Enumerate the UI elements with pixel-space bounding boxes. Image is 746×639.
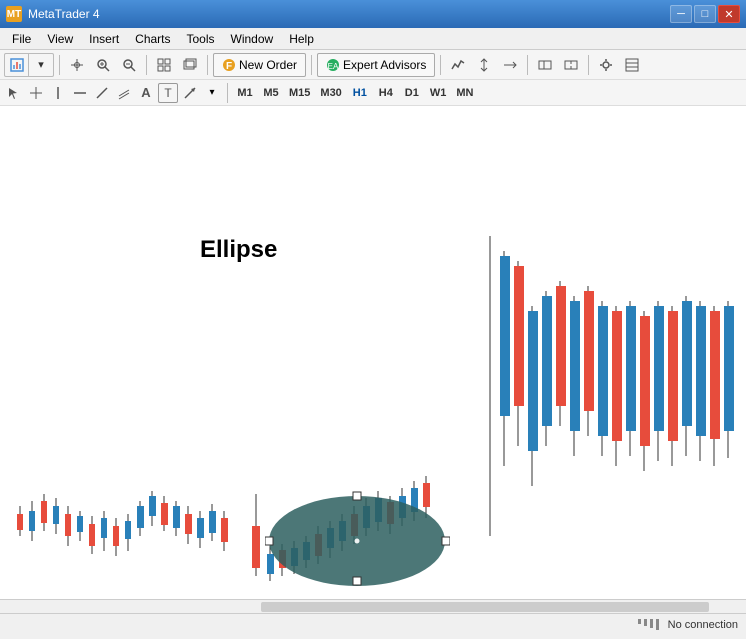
timeframe-h4[interactable]: H4 bbox=[374, 83, 398, 103]
timeframe-w1[interactable]: W1 bbox=[426, 83, 451, 103]
menu-view[interactable]: View bbox=[39, 30, 81, 48]
menu-bar: File View Insert Charts Tools Window Hel… bbox=[0, 28, 746, 50]
more-tools-button[interactable]: ▾ bbox=[202, 83, 222, 103]
connection-status: No connection bbox=[668, 619, 738, 631]
toolbar2: A T ▾ M1 M5 M15 M30 H1 H4 D1 W1 MN bbox=[0, 80, 746, 106]
cursor-tool[interactable] bbox=[4, 83, 24, 103]
toolbar1: ▾ F New Order EA Expert Advisors bbox=[0, 50, 746, 80]
status-bar: No connection bbox=[0, 613, 746, 635]
auto-scroll-button[interactable] bbox=[498, 53, 522, 77]
title-bar-left: MT MetaTrader 4 bbox=[6, 6, 100, 22]
title-bar-text: MetaTrader 4 bbox=[28, 7, 100, 21]
scrollbar-thumb[interactable] bbox=[261, 602, 709, 612]
status-right: No connection bbox=[638, 619, 738, 631]
sep3 bbox=[207, 55, 208, 75]
timeframe-m30[interactable]: M30 bbox=[316, 83, 345, 103]
minimize-button[interactable]: ─ bbox=[670, 5, 692, 23]
sep7 bbox=[588, 55, 589, 75]
sep1 bbox=[59, 55, 60, 75]
timeframe-m5[interactable]: M5 bbox=[259, 83, 283, 103]
timeframe-m1[interactable]: M1 bbox=[233, 83, 257, 103]
tf-sep1 bbox=[227, 83, 228, 103]
svg-text:F: F bbox=[226, 61, 232, 72]
menu-file[interactable]: File bbox=[4, 30, 39, 48]
signal-icon bbox=[638, 619, 660, 630]
zoom-chart-in-button[interactable] bbox=[533, 53, 557, 77]
zoom-chart-out-button[interactable] bbox=[559, 53, 583, 77]
chart-scroll-button[interactable] bbox=[472, 53, 496, 77]
menu-charts[interactable]: Charts bbox=[127, 30, 178, 48]
menu-insert[interactable]: Insert bbox=[81, 30, 127, 48]
new-order-label: New Order bbox=[239, 58, 297, 72]
new-order-button[interactable]: F New Order bbox=[213, 53, 306, 77]
trendline-tool[interactable] bbox=[92, 83, 112, 103]
menu-tools[interactable]: Tools bbox=[179, 30, 223, 48]
sep6 bbox=[527, 55, 528, 75]
text-tool[interactable]: A bbox=[136, 83, 156, 103]
ellipse-shape[interactable] bbox=[265, 486, 450, 586]
timeframe-d1[interactable]: D1 bbox=[400, 83, 424, 103]
close-button[interactable]: ✕ bbox=[718, 5, 740, 23]
text-label-tool[interactable]: T bbox=[158, 83, 178, 103]
expert-advisors-label: Expert Advisors bbox=[343, 58, 426, 72]
ellipse-label: Ellipse bbox=[200, 236, 277, 264]
menu-help[interactable]: Help bbox=[281, 30, 322, 48]
template-button[interactable] bbox=[620, 53, 644, 77]
app-icon: MT bbox=[6, 6, 22, 22]
arrow-tool[interactable] bbox=[180, 83, 200, 103]
menu-window[interactable]: Window bbox=[223, 30, 282, 48]
sep4 bbox=[311, 55, 312, 75]
toolbar1-group1: ▾ bbox=[4, 53, 54, 77]
properties-button[interactable] bbox=[594, 53, 618, 77]
timeframe-m15[interactable]: M15 bbox=[285, 83, 314, 103]
zoom-out-button[interactable] bbox=[117, 53, 141, 77]
indicators-button[interactable] bbox=[446, 53, 470, 77]
timeframe-h1[interactable]: H1 bbox=[348, 83, 372, 103]
expert-advisors-button[interactable]: EA Expert Advisors bbox=[317, 53, 435, 77]
arrow-down-button[interactable]: ▾ bbox=[29, 53, 53, 77]
chart-area: Ellipse bbox=[0, 106, 746, 599]
cascade-button[interactable] bbox=[178, 53, 202, 77]
channel-tool[interactable] bbox=[114, 83, 134, 103]
sep2 bbox=[146, 55, 147, 75]
horizontal-scrollbar[interactable] bbox=[0, 599, 746, 613]
timeframe-mn[interactable]: MN bbox=[452, 83, 477, 103]
crosshair-button[interactable] bbox=[65, 53, 89, 77]
tile-button[interactable] bbox=[152, 53, 176, 77]
title-bar-controls: ─ □ ✕ bbox=[670, 5, 740, 23]
zoom-in-button[interactable] bbox=[91, 53, 115, 77]
vertical-line-tool[interactable] bbox=[48, 83, 68, 103]
maximize-button[interactable]: □ bbox=[694, 5, 716, 23]
sep5 bbox=[440, 55, 441, 75]
new-chart-button[interactable] bbox=[5, 53, 29, 77]
horizontal-line-tool[interactable] bbox=[70, 83, 90, 103]
svg-text:EA: EA bbox=[328, 62, 339, 71]
crosshair-tool[interactable] bbox=[26, 83, 46, 103]
title-bar: MT MetaTrader 4 ─ □ ✕ bbox=[0, 0, 746, 28]
